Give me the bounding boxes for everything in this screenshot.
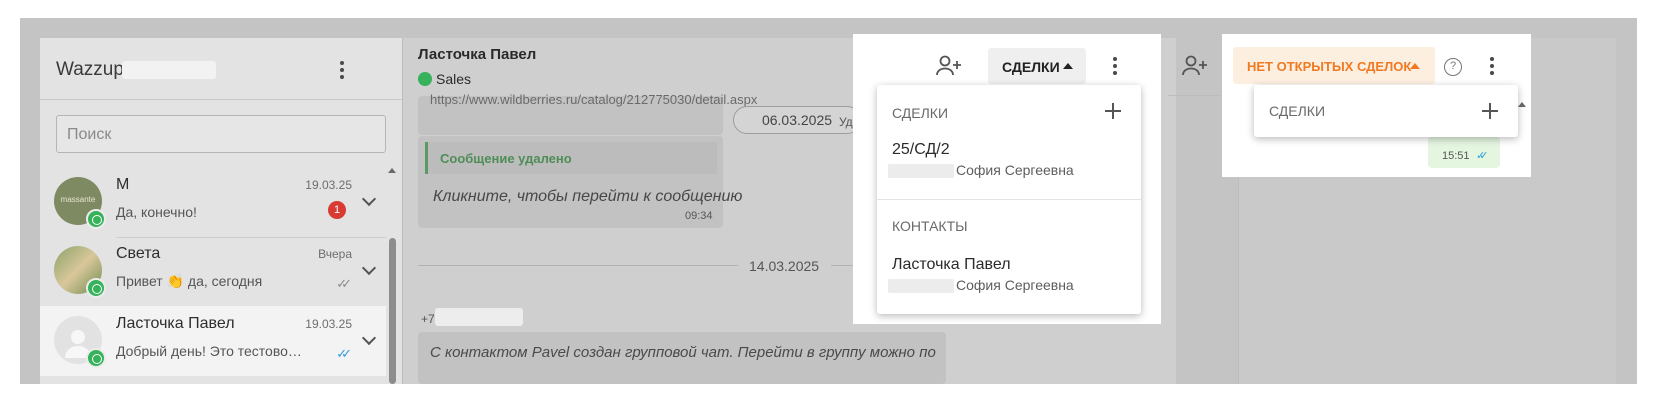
read-ticks-icon: ✓✓ <box>336 346 352 361</box>
menu-divider <box>877 199 1141 200</box>
chevron-down-icon[interactable] <box>361 260 377 276</box>
deleted-quote[interactable]: Сообщение удалено <box>425 142 717 174</box>
system-message-text: С контактом Pavel создан групповой чат. … <box>430 344 936 361</box>
divider-line <box>1168 95 1222 96</box>
chat-item-sveta[interactable]: Света Вчера Привет 👏 да, сегодня ✓✓ <box>40 236 386 306</box>
no-open-deals-label: НЕТ ОТКРЫТЫХ СДЕЛОК <box>1247 59 1412 74</box>
message-link[interactable]: https://www.wildberries.ru/catalog/21277… <box>430 92 757 107</box>
caret-up-icon <box>1410 63 1420 69</box>
contact-item[interactable]: Ласточка Павел <box>892 256 1011 274</box>
chevron-down-icon[interactable] <box>361 191 377 207</box>
day-divider-date: 14.03.2025 <box>749 258 820 274</box>
help-icon[interactable]: ? <box>1444 58 1462 76</box>
sender-phone: +7 <box>421 312 435 326</box>
deals-dropdown-right: СДЕЛКИ <box>1254 85 1518 137</box>
account-name-redacted <box>122 61 216 79</box>
whatsapp-icon <box>86 209 106 229</box>
chat-date: 19.03.25 <box>305 317 352 331</box>
avatar-logo: massante <box>60 195 96 204</box>
deals-dropdown: СДЕЛКИ 25/СД/2 София Сергеевна КОНТАКТЫ … <box>877 85 1141 314</box>
delivered-ticks-icon: ✓✓ <box>336 276 352 291</box>
more-options-icon[interactable] <box>1480 54 1504 78</box>
system-message: С контактом Pavel создан групповой чат. … <box>418 332 946 384</box>
whatsapp-icon <box>86 348 106 368</box>
chat-preview: Добрый день! Это тестово… <box>116 343 302 359</box>
chat-name: Ласточка Павел <box>116 315 235 332</box>
add-deal-icon[interactable] <box>1482 103 1498 119</box>
scroll-up-arrow-icon[interactable] <box>1518 102 1526 107</box>
deal-owner: София Сергеевна <box>956 162 1074 178</box>
chat-name: Света <box>116 245 161 262</box>
divider-line <box>418 265 738 266</box>
message-bubble: https://www.wildberries.ru/catalog/21277… <box>418 92 757 135</box>
search-input[interactable]: Поиск <box>56 115 386 153</box>
message-bubble: 15:51 ✓✓ <box>1428 136 1500 168</box>
deal-item[interactable]: 25/СД/2 <box>892 141 950 159</box>
chevron-down-icon[interactable] <box>361 330 377 346</box>
scroll-up-arrow-icon[interactable] <box>388 168 396 173</box>
chat-item-m[interactable]: massante М 19.03.25 Да, конечно! 1 <box>40 167 386 237</box>
chat-list-header: Wazzup <box>40 38 402 100</box>
message-time: 15:51 <box>1442 150 1470 162</box>
scrollbar-thumb[interactable] <box>389 238 396 384</box>
deals-button-label: СДЕЛКИ <box>1002 59 1060 75</box>
contact-owner: София Сергеевна <box>956 277 1074 293</box>
brand-title: Wazzup <box>56 59 124 80</box>
chat-list-panel: Wazzup Поиск massante М 19.03.25 Да, кон… <box>40 38 402 384</box>
chat-name: М <box>116 176 130 193</box>
redacted-text <box>888 279 954 293</box>
phone-redacted <box>435 308 523 326</box>
message-time: 09:34 <box>685 210 713 222</box>
add-contact-icon[interactable] <box>1182 54 1208 78</box>
conversation-title: Ласточка Павел <box>418 46 537 63</box>
more-options-icon[interactable] <box>1103 54 1127 78</box>
unread-badge: 1 <box>328 201 346 219</box>
app-frame: Wazzup Поиск massante М 19.03.25 Да, кон… <box>20 18 1637 384</box>
chat-date: Вчера <box>318 247 352 261</box>
no-open-deals-button[interactable]: НЕТ ОТКРЫТЫХ СДЕЛОК <box>1233 47 1435 84</box>
caret-up-icon <box>1063 63 1073 69</box>
read-ticks-icon: ✓✓ <box>1476 150 1489 162</box>
add-deal-icon[interactable] <box>1105 103 1121 119</box>
quote-label: Сообщение удалено <box>440 151 572 166</box>
person-icon <box>71 330 85 344</box>
deals-section-title: СДЕЛКИ <box>1269 103 1326 119</box>
add-contact-icon[interactable] <box>936 54 962 78</box>
jump-to-message-hint[interactable]: Кликните, чтобы перейти к сообщению <box>433 188 742 206</box>
chat-preview: Да, конечно! <box>116 204 197 220</box>
redacted-text <box>888 164 954 178</box>
contacts-section-title: КОНТАКТЫ <box>892 218 968 234</box>
chat-date: 19.03.25 <box>305 178 352 192</box>
whatsapp-icon <box>418 72 432 86</box>
whatsapp-icon <box>86 278 106 298</box>
more-options-icon[interactable] <box>330 58 354 82</box>
chat-item-lastochka[interactable]: Ласточка Павел 19.03.25 Добрый день! Это… <box>40 306 386 376</box>
deals-section-title: СДЕЛКИ <box>892 105 949 121</box>
chat-preview: Привет 👏 да, сегодня <box>116 273 263 289</box>
conversation-source: Sales <box>436 71 472 87</box>
